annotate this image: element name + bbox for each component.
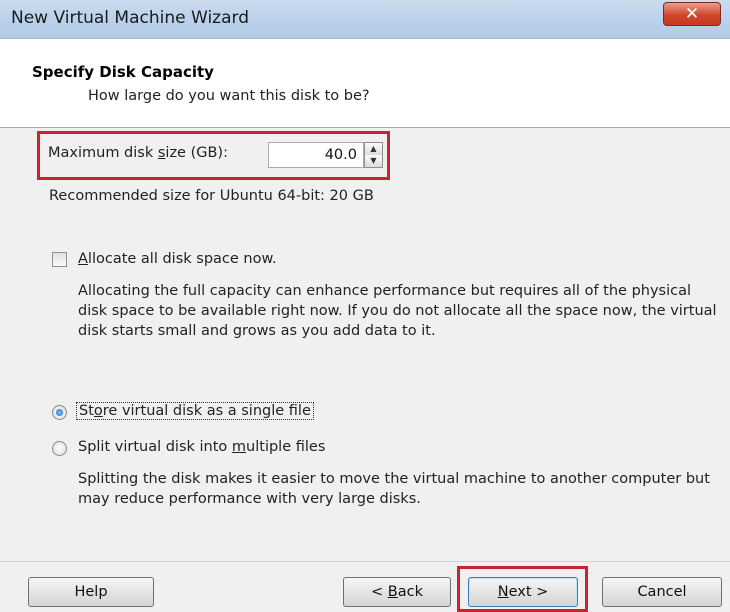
wizard-header: Specify Disk Capacity How large do you w… [0, 39, 730, 128]
close-icon: ✕ [684, 4, 700, 24]
split-description: Splitting the disk makes it easier to mo… [78, 471, 710, 507]
cancel-button[interactable]: Cancel [602, 577, 722, 607]
allocate-description: Allocating the full capacity can enhance… [78, 283, 717, 339]
close-button[interactable]: ✕ [663, 2, 721, 26]
help-button[interactable]: Help [28, 577, 154, 607]
allocate-label[interactable]: Allocate all disk space now. [78, 251, 277, 267]
page-title: Specify Disk Capacity [32, 63, 214, 81]
disk-size-input[interactable] [268, 142, 364, 168]
disk-size-spinner[interactable]: ▲ ▼ [364, 142, 383, 168]
spin-down-arrow-icon[interactable]: ▼ [365, 155, 382, 167]
single-file-radio[interactable] [52, 405, 67, 420]
recommended-size-text: Recommended size for Ubuntu 64-bit: 20 G… [49, 188, 374, 204]
page-subtitle: How large do you want this disk to be? [88, 88, 370, 104]
multiple-files-radio[interactable] [52, 441, 67, 456]
multiple-files-label[interactable]: Split virtual disk into multiple files [78, 439, 325, 455]
footer-divider [0, 561, 730, 562]
single-file-label[interactable]: Store virtual disk as a single file [76, 402, 314, 420]
disk-size-label: Maximum disk size (GB): [48, 145, 228, 161]
next-button[interactable]: Next > [468, 577, 578, 607]
allocate-checkbox[interactable] [52, 252, 67, 267]
back-button[interactable]: < Back [343, 577, 451, 607]
window-title: New Virtual Machine Wizard [11, 8, 249, 28]
wizard-window: New Virtual Machine Wizard ✕ Specify Dis… [0, 0, 730, 612]
title-bar[interactable]: New Virtual Machine Wizard ✕ [0, 0, 730, 39]
